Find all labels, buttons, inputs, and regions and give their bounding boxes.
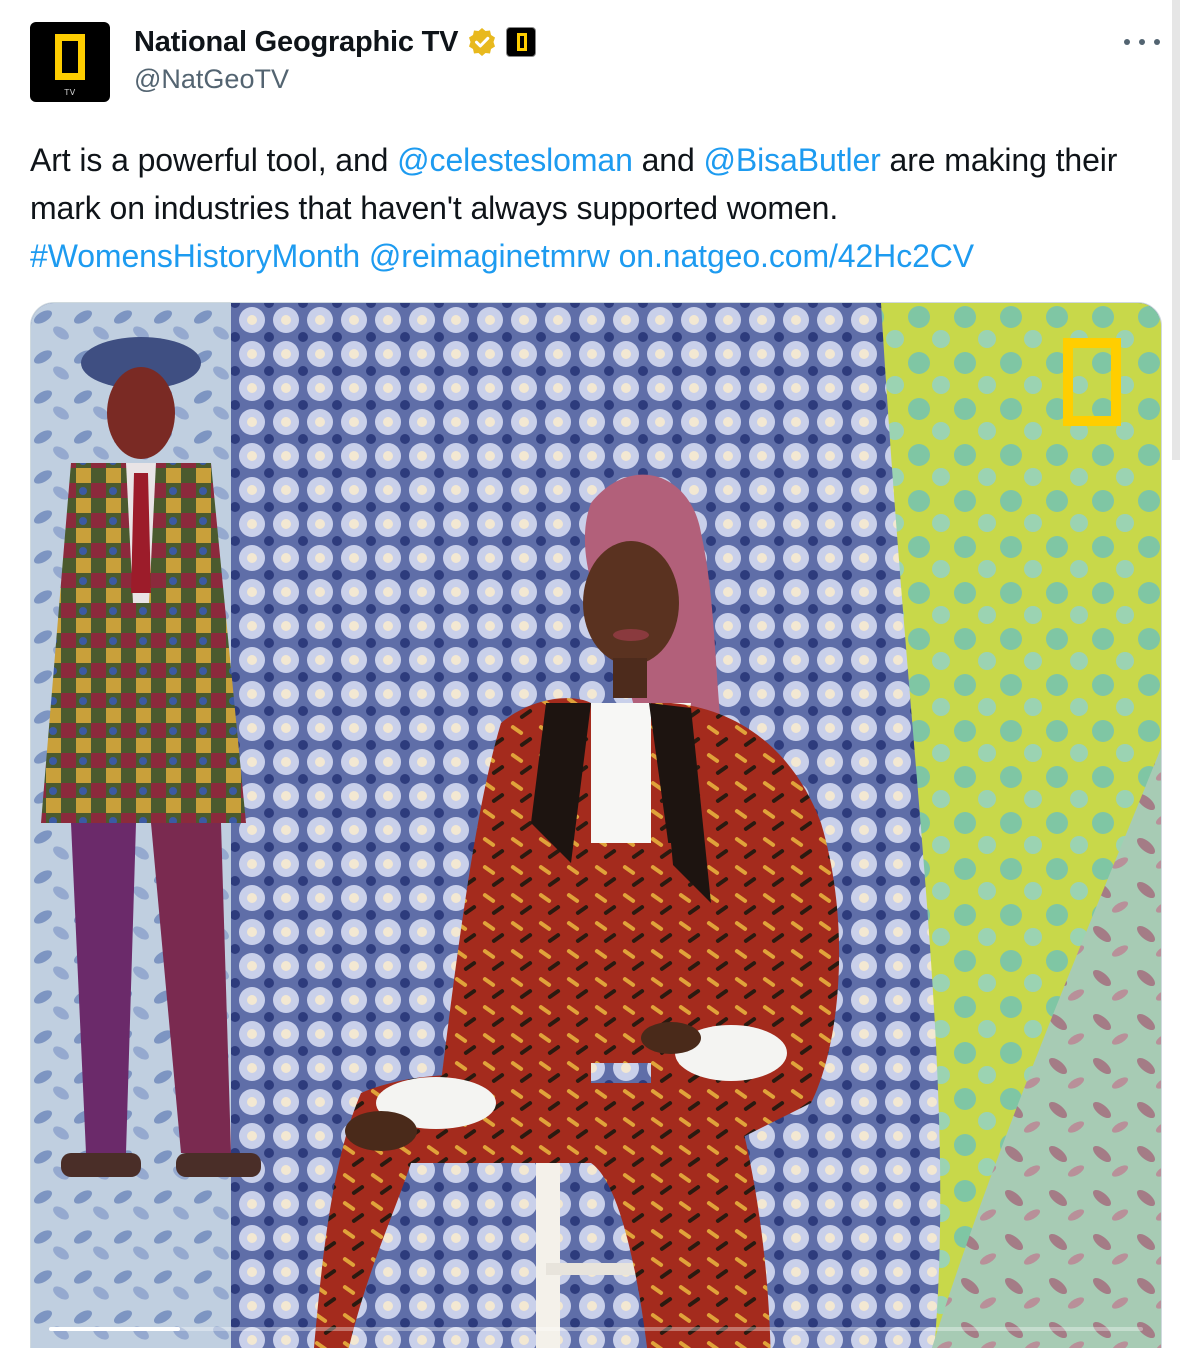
mention-link[interactable]: @reimaginetmrw	[369, 238, 610, 274]
more-options-icon[interactable]	[1124, 28, 1160, 56]
url-link[interactable]: on.natgeo.com/42Hc2CV	[619, 238, 975, 274]
tweet-text-segment	[610, 238, 619, 274]
video-progress-bar[interactable]	[49, 1327, 1143, 1331]
avatar-tv-label: TV	[64, 88, 76, 97]
more-dot	[1139, 39, 1145, 45]
affiliate-badge-icon[interactable]	[506, 27, 537, 57]
tweet-text: Art is a powerful tool, and @celesteslom…	[30, 136, 1160, 280]
tweet-text-segment: Art is a powerful tool, and	[30, 142, 398, 178]
tweet-video[interactable]	[30, 302, 1162, 1348]
tweet-page: TV National Geographic TV @NatGeoTV Art …	[0, 0, 1180, 1348]
tweet-text-segment: and	[632, 142, 704, 178]
more-dot	[1124, 39, 1130, 45]
affiliate-logo-frame	[517, 33, 528, 51]
natgeo-logo-icon	[55, 34, 85, 80]
display-name[interactable]: National Geographic TV	[134, 26, 459, 59]
account-handle[interactable]: @NatGeoTV	[134, 64, 289, 95]
page-scrollbar[interactable]	[1172, 0, 1180, 460]
video-progress-fill	[49, 1327, 181, 1331]
account-avatar[interactable]: TV	[30, 22, 110, 102]
mention-link[interactable]: @BisaButler	[704, 142, 881, 178]
hashtag-link[interactable]: #WomensHistoryMonth	[30, 238, 360, 274]
more-dot	[1154, 39, 1160, 45]
video-frame-image	[31, 303, 1161, 1348]
mention-link[interactable]: @celestesloman	[397, 142, 633, 178]
tweet-text-segment	[360, 238, 369, 274]
account-name-row: National Geographic TV	[134, 24, 537, 60]
verified-badge-icon[interactable]	[466, 26, 498, 58]
